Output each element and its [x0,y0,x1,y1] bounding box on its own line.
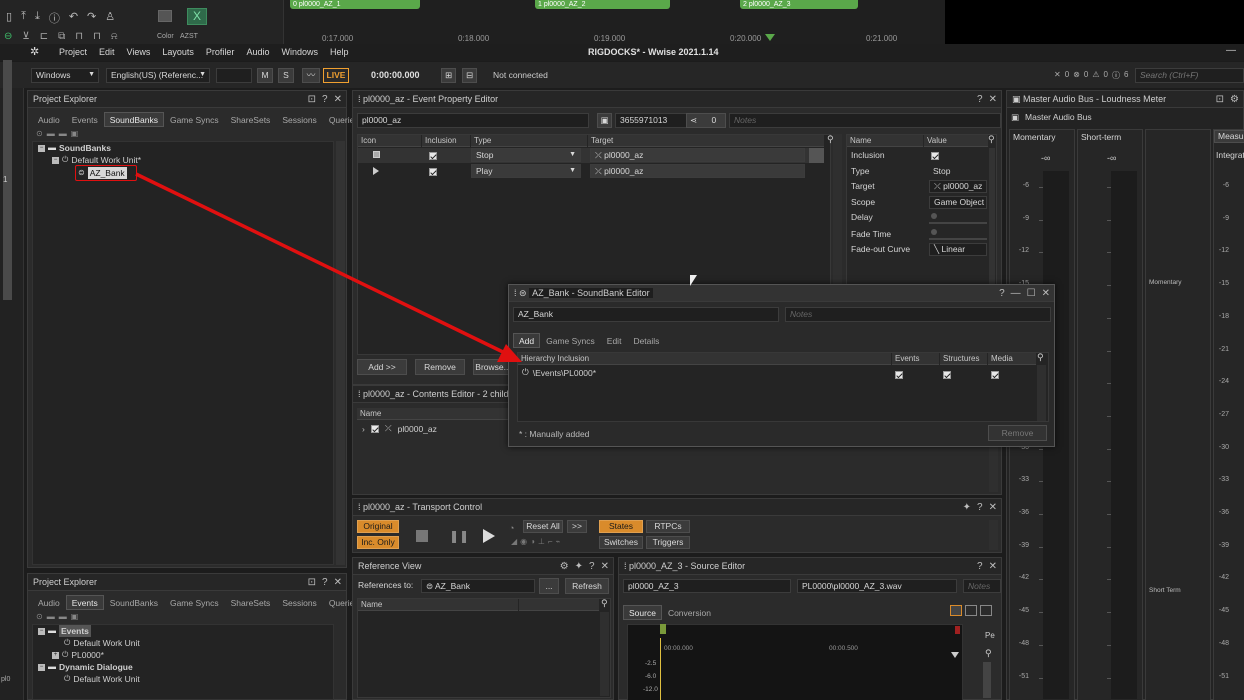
arrow-head [497,344,522,362]
arrow-line [135,172,506,355]
annotation-arrow [135,172,522,362]
